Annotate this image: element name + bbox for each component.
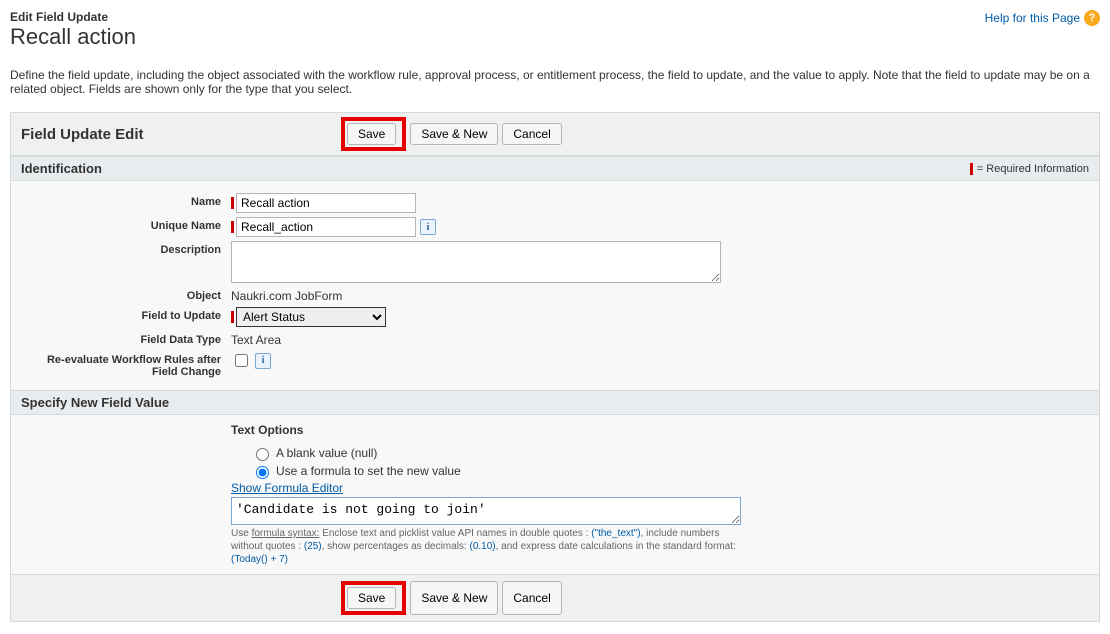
blank-value-radio[interactable] — [256, 448, 269, 461]
field-update-panel: Field Update Edit Save Save & New Cancel… — [10, 112, 1100, 622]
footer-buttons: Save Save & New Cancel — [11, 574, 1099, 621]
intro-text: Define the field update, including the o… — [10, 68, 1100, 96]
required-legend: = Required Information — [970, 163, 1089, 175]
help-text-part: Enclose text and picklist value API name… — [319, 528, 591, 539]
help-text-example: (25) — [304, 541, 322, 552]
cancel-button-bottom[interactable]: Cancel — [502, 581, 561, 615]
object-value: Naukri.com JobForm — [231, 287, 342, 303]
save-button-bottom[interactable]: Save — [347, 587, 396, 609]
name-label: Name — [21, 193, 231, 208]
identification-title: Identification — [21, 161, 102, 176]
unique-name-input[interactable] — [236, 217, 416, 237]
object-label: Object — [21, 287, 231, 302]
panel-title: Field Update Edit — [21, 126, 341, 143]
show-formula-editor-link[interactable]: Show Formula Editor — [231, 481, 343, 495]
field-to-update-label: Field to Update — [21, 307, 231, 322]
required-bar-icon — [231, 311, 234, 323]
name-input[interactable] — [236, 193, 416, 213]
use-formula-radio[interactable] — [256, 466, 269, 479]
save-highlight-bottom: Save — [341, 581, 406, 615]
identification-body: Name Unique Name i Description — [11, 181, 1099, 390]
panel-header: Field Update Edit Save Save & New Cancel — [11, 113, 1099, 156]
help-link[interactable]: Help for this Page ? — [985, 10, 1100, 26]
save-and-new-button[interactable]: Save & New — [410, 123, 498, 145]
info-icon[interactable]: i — [420, 219, 436, 235]
required-bar-icon — [231, 197, 234, 209]
formula-help-text: Use formula syntax: Enclose text and pic… — [231, 527, 741, 566]
help-text-syntax: formula syntax: — [252, 528, 320, 539]
help-text-example: (Today() + 7) — [231, 554, 288, 565]
help-text-part: , and express date calculations in the s… — [496, 541, 736, 552]
formula-textarea[interactable]: 'Candidate is not going to join' — [231, 497, 741, 525]
field-data-type-label: Field Data Type — [21, 331, 231, 346]
description-label: Description — [21, 241, 231, 256]
help-text-example: (0.10) — [469, 541, 495, 552]
use-formula-label: Use a formula to set the new value — [276, 464, 461, 478]
field-to-update-select[interactable]: Alert Status — [236, 307, 386, 327]
reeval-checkbox[interactable] — [235, 354, 248, 367]
page-title: Recall action — [10, 24, 136, 50]
use-formula-option[interactable]: Use a formula to set the new value — [251, 463, 1089, 479]
save-highlight: Save — [341, 117, 406, 151]
reeval-label: Re-evaluate Workflow Rules after Field C… — [21, 351, 231, 378]
specify-body: Text Options A blank value (null) Use a … — [11, 415, 1099, 574]
identification-header: Identification = Required Information — [11, 156, 1099, 181]
text-options-title: Text Options — [231, 423, 1089, 437]
description-textarea[interactable] — [231, 241, 721, 283]
help-text-example: ("the_text") — [591, 528, 640, 539]
cancel-button[interactable]: Cancel — [502, 123, 561, 145]
blank-value-label: A blank value (null) — [276, 446, 377, 460]
help-icon: ? — [1084, 10, 1100, 26]
specify-header: Specify New Field Value — [11, 390, 1099, 415]
blank-value-option[interactable]: A blank value (null) — [251, 445, 1089, 461]
field-data-type-value: Text Area — [231, 331, 281, 347]
save-and-new-button-bottom[interactable]: Save & New — [410, 581, 498, 615]
help-text-part: , show percentages as decimals: — [322, 541, 470, 552]
page-subtitle: Edit Field Update — [10, 10, 136, 24]
info-icon[interactable]: i — [255, 353, 271, 369]
save-button[interactable]: Save — [347, 123, 396, 145]
required-bar-icon — [231, 221, 234, 233]
help-text-part: Use — [231, 528, 252, 539]
required-legend-text: = Required Information — [977, 163, 1089, 175]
required-bar-icon — [970, 163, 973, 175]
unique-name-label: Unique Name — [21, 217, 231, 232]
specify-title: Specify New Field Value — [21, 395, 169, 410]
help-link-label: Help for this Page — [985, 11, 1080, 25]
